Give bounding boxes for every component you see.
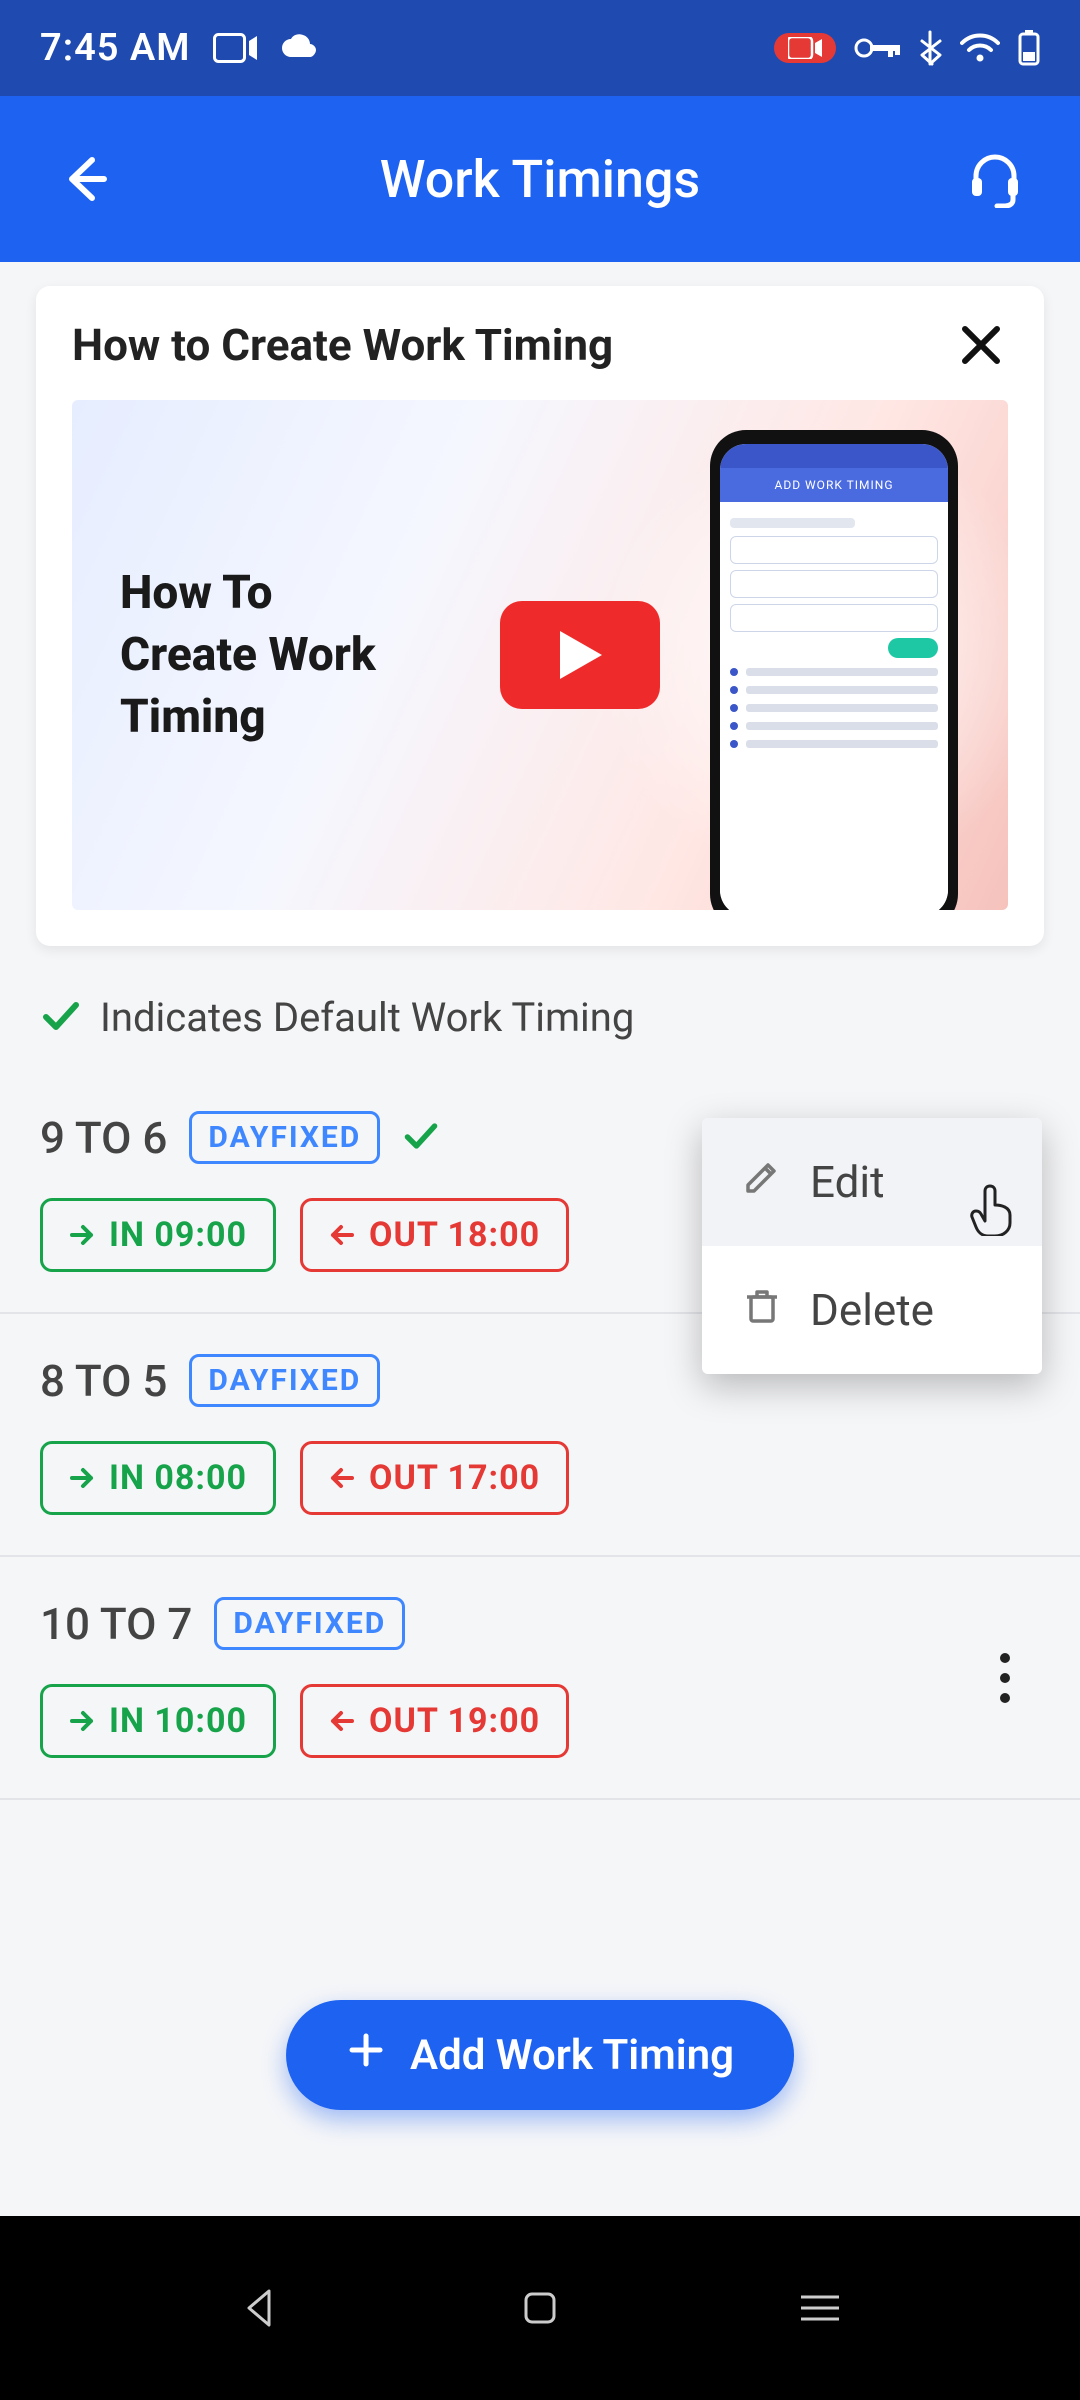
video-thumbnail-text: How To Create Work Timing	[120, 562, 376, 748]
nav-recent-button[interactable]	[780, 2268, 860, 2348]
arrow-left-icon	[329, 1465, 355, 1491]
delete-label: Delete	[810, 1284, 934, 1336]
page-title: Work Timings	[120, 149, 960, 210]
fab-label: Add Work Timing	[410, 2031, 734, 2080]
app-bar: Work Timings	[0, 96, 1080, 262]
record-indicator-icon	[774, 33, 836, 63]
howto-card: How to Create Work Timing How To Create …	[36, 286, 1044, 946]
arrow-left-icon	[329, 1222, 355, 1248]
add-work-timing-button[interactable]: Add Work Timing	[286, 2000, 794, 2110]
out-time-pill: OUT 19:00	[300, 1684, 569, 1758]
screencast-icon	[213, 33, 257, 63]
dayfixed-badge: DAYFIXED	[214, 1597, 405, 1650]
arrow-right-icon	[69, 1222, 95, 1248]
play-icon	[500, 601, 660, 709]
nav-home-button[interactable]	[500, 2268, 580, 2348]
in-time-pill: IN 08:00	[40, 1441, 276, 1515]
nav-back-button[interactable]	[220, 2268, 300, 2348]
close-button[interactable]	[954, 318, 1008, 372]
check-icon	[40, 995, 82, 1041]
wifi-icon	[960, 33, 1000, 63]
out-time-pill: OUT 17:00	[300, 1441, 569, 1515]
arrow-right-icon	[69, 1708, 95, 1734]
dayfixed-badge: DAYFIXED	[189, 1111, 380, 1164]
plus-icon	[346, 2030, 386, 2081]
system-nav-bar	[0, 2216, 1080, 2400]
cursor-icon	[970, 1180, 1020, 1240]
status-time: 7:45 AM	[40, 26, 191, 70]
default-legend-text: Indicates Default Work Timing	[100, 994, 634, 1041]
video-thumbnail[interactable]: How To Create Work Timing ADD WORK TIMIN…	[72, 400, 1008, 910]
arrow-right-icon	[69, 1465, 95, 1491]
context-menu: Edit Delete	[702, 1118, 1042, 1374]
out-time-pill: OUT 18:00	[300, 1198, 569, 1272]
default-check-icon	[402, 1117, 440, 1159]
battery-icon	[1018, 30, 1040, 66]
delete-menu-item[interactable]: Delete	[702, 1246, 1042, 1374]
edit-label: Edit	[810, 1156, 885, 1208]
timing-name: 8 TO 5	[40, 1355, 167, 1407]
timing-item[interactable]: 10 TO 7 DAYFIXED IN 10:00 OUT 19:00	[0, 1557, 1080, 1800]
howto-title: How to Create Work Timing	[72, 319, 613, 371]
arrow-left-icon	[329, 1708, 355, 1734]
status-bar: 7:45 AM	[0, 0, 1080, 96]
support-button[interactable]	[960, 150, 1030, 208]
more-button[interactable]	[984, 1637, 1026, 1719]
timing-name: 9 TO 6	[40, 1112, 167, 1164]
bluetooth-icon	[918, 30, 942, 66]
pencil-icon	[742, 1156, 782, 1208]
timing-name: 10 TO 7	[40, 1598, 192, 1650]
in-time-pill: IN 09:00	[40, 1198, 276, 1272]
vpn-key-icon	[854, 35, 900, 61]
in-time-pill: IN 10:00	[40, 1684, 276, 1758]
cloud-icon	[279, 33, 323, 63]
back-button[interactable]	[50, 152, 120, 206]
trash-icon	[742, 1284, 782, 1336]
dayfixed-badge: DAYFIXED	[189, 1354, 380, 1407]
phone-mockup: ADD WORK TIMING	[710, 430, 958, 910]
default-legend: Indicates Default Work Timing	[0, 946, 1080, 1071]
